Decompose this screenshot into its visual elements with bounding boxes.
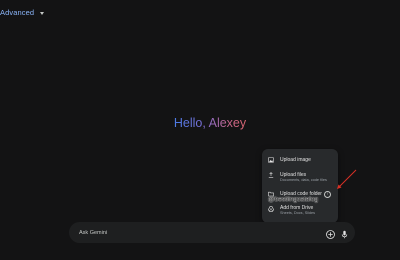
- watermark-text: @bestiingcatalog: [268, 196, 318, 203]
- annotation-arrow: [337, 169, 357, 189]
- prompt-input[interactable]: [79, 226, 309, 239]
- add-circle-icon[interactable]: [325, 227, 336, 239]
- gemini-page: Advanced Hello, Alexey Upload image Uplo…: [0, 0, 400, 260]
- prompt-bar: [69, 222, 355, 243]
- microphone-icon[interactable]: [339, 227, 350, 239]
